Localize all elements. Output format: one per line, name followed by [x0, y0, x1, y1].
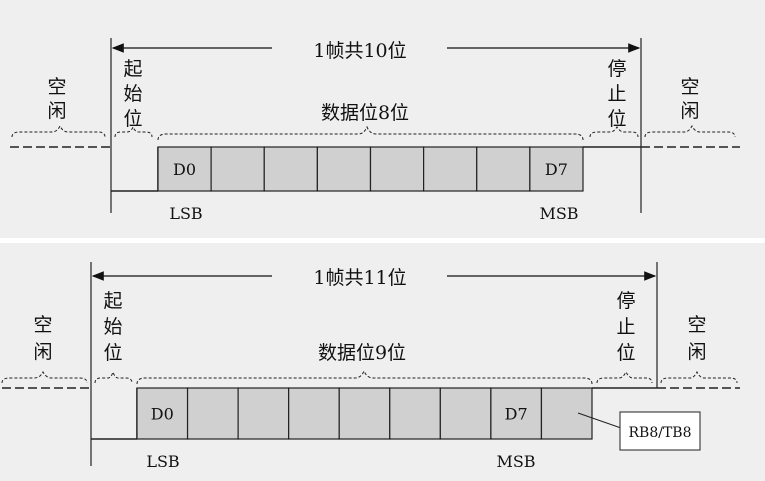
stop-bit-char-2: 止 [616, 316, 635, 338]
data-bits-label: 数据位9位 [318, 342, 406, 364]
uart-frame-diagram: 1帧共10位 空 闲 起 始 位 数据位8位 停 止 位 空 闲 D0 D7 LS… [0, 0, 765, 481]
idle-right-char-1: 空 [687, 314, 706, 336]
data-bit-cell [210, 146, 265, 192]
data-bit-cell [439, 387, 492, 440]
idle-left-char-1: 空 [33, 314, 52, 336]
lsb-label: LSB [169, 204, 202, 223]
data-bit-label: D0 [151, 405, 174, 424]
idle-right-char-1: 空 [680, 76, 699, 98]
start-bit-char-1: 起 [123, 58, 142, 80]
data-bit-cells: D0 D7 [157, 146, 584, 192]
data-bit-cell [237, 387, 290, 440]
data-bit-cell [476, 146, 531, 192]
data-bit-cell [288, 387, 340, 440]
data-bit-cell [389, 387, 441, 440]
idle-right-char-2: 闲 [687, 341, 706, 363]
data-bit-cell [263, 146, 318, 192]
diagram-canvas: 1帧共10位 空 闲 起 始 位 数据位8位 停 止 位 空 闲 D0 D7 LS… [0, 0, 765, 481]
stop-bit-char-3: 位 [616, 342, 635, 364]
data-bit-label: D0 [173, 160, 196, 179]
data-bit-cell [369, 146, 425, 192]
idle-left-char-1: 空 [47, 76, 66, 98]
data-bit-cell [316, 146, 372, 192]
idle-left-char-2: 闲 [33, 341, 52, 363]
data-bits-label: 数据位8位 [321, 102, 409, 124]
start-bit-char-2: 始 [103, 316, 122, 338]
data-bit-cell [338, 387, 391, 440]
start-bit-char-3: 位 [103, 342, 122, 364]
lsb-label: LSB [146, 452, 179, 471]
data-bit-label: D7 [505, 405, 528, 424]
data-bit-cells: D0 D7 [136, 387, 593, 440]
start-bit-char-2: 始 [123, 83, 142, 105]
data-bit-cell [540, 387, 593, 440]
start-bit-char-1: 起 [103, 290, 122, 312]
idle-right-char-2: 闲 [680, 100, 699, 122]
data-bit-cell [186, 387, 239, 440]
frame-length-label: 1帧共10位 [313, 40, 406, 62]
stop-bit-char-1: 停 [616, 290, 635, 312]
msb-label: MSB [496, 452, 535, 471]
frame-length-label: 1帧共11位 [313, 267, 406, 289]
idle-left-char-2: 闲 [47, 100, 66, 122]
stop-bit-char-2: 止 [607, 83, 626, 105]
data-bit-label: D7 [545, 160, 568, 179]
panel-separator [0, 238, 765, 243]
stop-bit-char-1: 停 [607, 58, 626, 80]
ninth-bit-callout-label: RB8/TB8 [629, 425, 692, 441]
data-bit-cell [423, 146, 478, 192]
msb-label: MSB [539, 204, 578, 223]
